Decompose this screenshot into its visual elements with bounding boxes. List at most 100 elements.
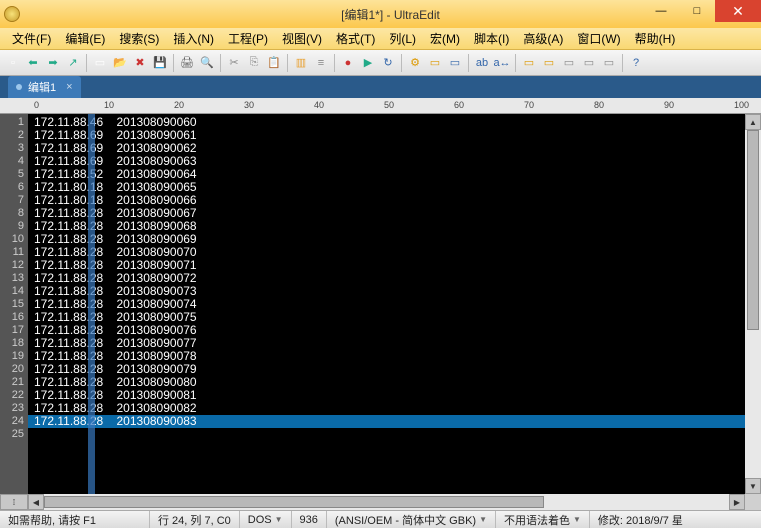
ruler-tick: 100 — [734, 100, 761, 110]
line-number-gutter[interactable]: 1234567891011121314151617181920212223242… — [0, 114, 28, 494]
line-number[interactable]: 20 — [0, 363, 24, 376]
menu-item[interactable]: 编辑(E) — [59, 28, 111, 49]
vertical-scrollbar[interactable]: ▲ ▼ — [745, 114, 761, 494]
line-number[interactable]: 18 — [0, 337, 24, 350]
minimize-button[interactable]: — — [643, 0, 679, 22]
status-mode[interactable]: DOS▼ — [240, 511, 292, 528]
toolbar-separator — [401, 54, 402, 72]
line-number[interactable]: 7 — [0, 194, 24, 207]
paste-icon[interactable]: 📋 — [265, 54, 283, 72]
line-number[interactable]: 6 — [0, 181, 24, 194]
line-number[interactable]: 3 — [0, 142, 24, 155]
fwd-icon[interactable]: ➡ — [44, 54, 62, 72]
line-number[interactable]: 5 — [0, 168, 24, 181]
t4-icon[interactable]: ▭ — [520, 54, 538, 72]
rec-icon[interactable]: ● — [339, 54, 357, 72]
menu-item[interactable]: 工程(P) — [222, 28, 274, 49]
t7-icon[interactable]: ▭ — [580, 54, 598, 72]
ruler-tick: 0 — [34, 100, 104, 110]
save-icon[interactable]: 💾 — [151, 54, 169, 72]
tab-edit1[interactable]: 编辑1 × — [8, 76, 81, 98]
scroll-down-icon[interactable]: ▼ — [745, 478, 761, 494]
menu-item[interactable]: 列(L) — [383, 28, 422, 49]
menu-item[interactable]: 插入(N) — [167, 28, 220, 49]
find-icon[interactable]: ab — [473, 54, 491, 72]
tool2-icon[interactable]: ▭ — [426, 54, 444, 72]
stop-icon[interactable]: ↻ — [379, 54, 397, 72]
line-number[interactable]: 21 — [0, 376, 24, 389]
line-number[interactable]: 23 — [0, 402, 24, 415]
new-file-icon[interactable]: ▭ — [91, 54, 109, 72]
preview-icon[interactable]: 🔍 — [198, 54, 216, 72]
view1-icon[interactable]: ▥ — [292, 54, 310, 72]
back-icon[interactable]: ⬅ — [24, 54, 42, 72]
ruler-tick: 30 — [244, 100, 314, 110]
status-syntax[interactable]: 不用语法着色▼ — [496, 511, 590, 528]
menu-item[interactable]: 文件(F) — [6, 28, 57, 49]
line-number[interactable]: 16 — [0, 311, 24, 324]
print-icon[interactable]: 🖨 — [178, 54, 196, 72]
menu-item[interactable]: 视图(V) — [276, 28, 328, 49]
close-icon[interactable]: ✖ — [131, 54, 149, 72]
t6-icon[interactable]: ▭ — [560, 54, 578, 72]
editor-line[interactable]: 172.11.88.28 201308090083 — [28, 415, 745, 428]
line-number[interactable]: 9 — [0, 220, 24, 233]
toolbar-separator — [287, 54, 288, 72]
menu-item[interactable]: 高级(A) — [517, 28, 569, 49]
menu-item[interactable]: 窗口(W) — [571, 28, 626, 49]
up-icon[interactable]: ↗ — [64, 54, 82, 72]
split-handle[interactable]: ⁞ — [0, 494, 28, 510]
menu-item[interactable]: 格式(T) — [330, 28, 381, 49]
line-number[interactable]: 19 — [0, 350, 24, 363]
line-number[interactable]: 8 — [0, 207, 24, 220]
maximize-button[interactable]: □ — [679, 0, 715, 22]
line-number[interactable]: 12 — [0, 259, 24, 272]
toolbar: ▫⬅➡↗▭📂✖💾🖨🔍✂⎘📋▥≡●▶↻⚙▭▭aba↔▭▭▭▭▭? — [0, 50, 761, 76]
menu-item[interactable]: 脚本(I) — [468, 28, 515, 49]
line-number[interactable]: 17 — [0, 324, 24, 337]
line-number[interactable]: 22 — [0, 389, 24, 402]
menu-item[interactable]: 宏(M) — [424, 28, 466, 49]
tab-modified-icon — [16, 84, 22, 90]
help-icon[interactable]: ? — [627, 54, 645, 72]
toolbar-separator — [173, 54, 174, 72]
scroll-up-icon[interactable]: ▲ — [745, 114, 761, 130]
line-number[interactable]: 11 — [0, 246, 24, 259]
t5-icon[interactable]: ▭ — [540, 54, 558, 72]
close-window-button[interactable]: ✕ — [715, 0, 761, 22]
copy-icon[interactable]: ⎘ — [245, 54, 263, 72]
cut-icon[interactable]: ✂ — [225, 54, 243, 72]
tool3-icon[interactable]: ▭ — [446, 54, 464, 72]
line-number[interactable]: 15 — [0, 298, 24, 311]
title-bar[interactable]: [编辑1*] - UltraEdit — □ ✕ — [0, 0, 761, 28]
ruler[interactable]: 0102030405060708090100 — [0, 98, 761, 114]
view2-icon[interactable]: ≡ — [312, 54, 330, 72]
new-icon[interactable]: ▫ — [4, 54, 22, 72]
tab-close-icon[interactable]: × — [66, 81, 72, 93]
line-number[interactable]: 14 — [0, 285, 24, 298]
line-number[interactable]: 4 — [0, 155, 24, 168]
line-number[interactable]: 2 — [0, 129, 24, 142]
horizontal-scrollbar[interactable]: ⁞ ◀ ▶ — [0, 494, 761, 510]
editor-area: 1234567891011121314151617181920212223242… — [0, 114, 761, 494]
open-icon[interactable]: 📂 — [111, 54, 129, 72]
scroll-left-icon[interactable]: ◀ — [28, 494, 44, 510]
hscroll-thumb[interactable] — [44, 496, 544, 508]
line-number[interactable]: 1 — [0, 116, 24, 129]
line-number[interactable]: 10 — [0, 233, 24, 246]
menu-item[interactable]: 帮助(H) — [629, 28, 682, 49]
editor-line[interactable] — [28, 428, 745, 441]
status-encoding[interactable]: (ANSI/OEM - 简体中文 GBK)▼ — [327, 511, 496, 528]
play-icon[interactable]: ▶ — [359, 54, 377, 72]
menu-item[interactable]: 搜索(S) — [113, 28, 165, 49]
ruler-tick: 90 — [664, 100, 734, 110]
line-number[interactable]: 25 — [0, 428, 24, 441]
text-editor[interactable]: 172.11.88.46 201308090060172.11.88.69 20… — [28, 114, 745, 494]
replace-icon[interactable]: a↔ — [493, 54, 511, 72]
line-number[interactable]: 24 — [0, 415, 24, 428]
vscroll-thumb[interactable] — [747, 130, 759, 330]
line-number[interactable]: 13 — [0, 272, 24, 285]
scroll-right-icon[interactable]: ▶ — [729, 494, 745, 510]
t8-icon[interactable]: ▭ — [600, 54, 618, 72]
tool1-icon[interactable]: ⚙ — [406, 54, 424, 72]
